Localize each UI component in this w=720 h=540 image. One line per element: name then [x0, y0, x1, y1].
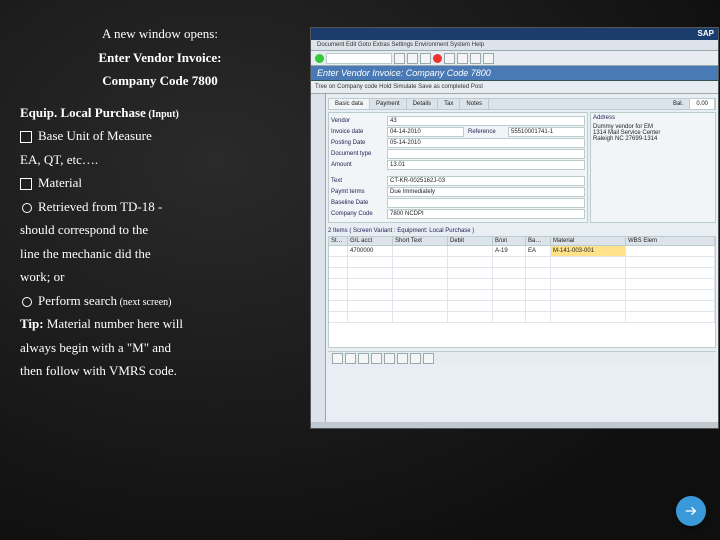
arrow-right-icon — [683, 503, 699, 519]
sap-titlebar: SAP — [311, 28, 718, 40]
reference-field[interactable]: 55510001741-1 — [508, 127, 585, 137]
table-row[interactable]: 4700000 A-19 EA M-141-003-001 — [329, 246, 715, 257]
intro-line: A new window opens: — [20, 24, 300, 44]
tab-strip[interactable]: Basic data Payment Details Tax Notes Bal… — [328, 98, 716, 110]
basic-data-panel: Vendor43 Invoice date04-14-2010Reference… — [328, 112, 588, 223]
text-field[interactable]: CT-KR-0025162J-03 — [387, 176, 585, 186]
amount-field[interactable]: 13.01 — [387, 160, 585, 170]
items-grid[interactable]: St… G/L acct Short Text Debit B/un Ba… M… — [328, 236, 716, 348]
sap-logo: SAP — [698, 28, 714, 40]
tab-notes[interactable]: Notes — [460, 99, 489, 109]
bullet-base-unit: Base Unit of Measure — [20, 126, 300, 146]
balance-label: Bal. — [667, 99, 690, 109]
cancel-icon[interactable] — [433, 54, 442, 63]
sap-app-toolbar[interactable]: Tree on Company code Hold Simulate Save … — [311, 81, 718, 94]
checkbox-icon — [20, 178, 32, 190]
posting-date-field[interactable]: 05-14-2010 — [387, 138, 585, 148]
company-code-field[interactable]: 7800 NCDPI — [387, 209, 585, 219]
sub-bullet-retrieved: Retrieved from TD-18 - — [20, 197, 300, 217]
balance-value: 0.00 — [690, 99, 715, 109]
tab-details[interactable]: Details — [407, 99, 438, 109]
tab-basic[interactable]: Basic data — [329, 99, 370, 109]
sap-toolbar[interactable] — [311, 51, 718, 66]
base-unit-examples: EA, QT, etc…. — [20, 150, 300, 170]
bullet-material: Material — [20, 173, 300, 193]
tab-tax[interactable]: Tax — [438, 99, 460, 109]
vendor-address-panel: Address Dummy vendor for EM 1314 Mail Se… — [590, 112, 716, 223]
grid-footer-toolbar[interactable] — [328, 351, 716, 364]
sap-screen-title: Enter Vendor Invoice: Company Code 7800 — [311, 66, 718, 81]
sap-menubar[interactable]: Document Edit Goto Extras Settings Envir… — [311, 40, 718, 51]
paymt-terms-field[interactable]: Due Immediately — [387, 187, 585, 197]
window-title-2: Company Code 7800 — [20, 71, 300, 91]
vendor-field[interactable]: 43 — [387, 116, 585, 126]
instruction-panel: A new window opens: Enter Vendor Invoice… — [0, 0, 310, 540]
check-icon[interactable] — [315, 54, 324, 63]
invoice-date-field[interactable]: 04-14-2010 — [387, 127, 464, 137]
checkbox-icon — [20, 131, 32, 143]
sub-bullet-search: Perform search (next screen) — [20, 291, 300, 311]
baseline-date-field[interactable] — [387, 198, 585, 208]
window-title-1: Enter Vendor Invoice: — [20, 48, 300, 68]
sap-screenshot: SAP Document Edit Goto Extras Settings E… — [310, 27, 719, 429]
material-cell[interactable]: M-141-003-001 — [551, 246, 626, 256]
next-button[interactable] — [676, 496, 706, 526]
circle-icon — [22, 297, 32, 307]
section-heading: Equip. Local Purchase (Input) — [20, 103, 300, 123]
tab-payment[interactable]: Payment — [370, 99, 407, 109]
circle-icon — [22, 203, 32, 213]
grid-title: 2 Items ( Screen Variant : Equipment: Lo… — [328, 228, 716, 234]
tip-block: Tip: Material number here will — [20, 314, 300, 334]
doc-type-field[interactable] — [387, 149, 585, 159]
sap-sidebar[interactable] — [311, 94, 326, 422]
